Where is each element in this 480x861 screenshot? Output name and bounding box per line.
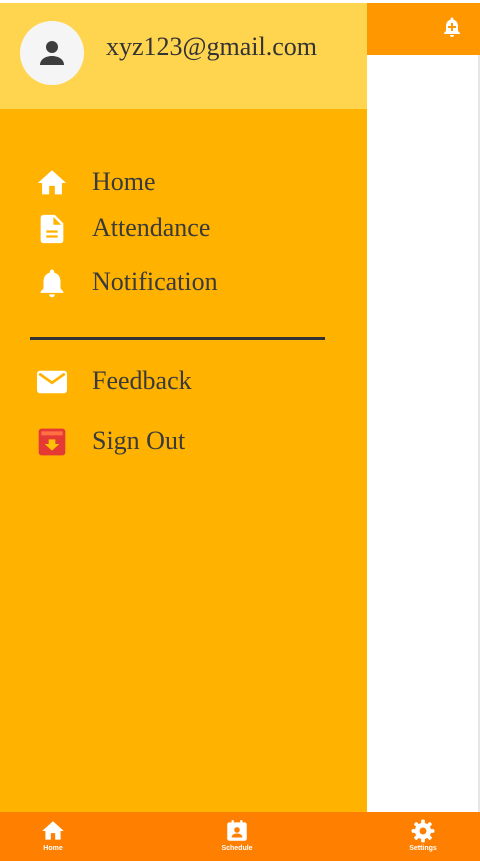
bell-icon bbox=[34, 265, 70, 301]
bottom-nav-label: Settings bbox=[409, 845, 437, 852]
menu-item-sign-out[interactable]: Sign Out bbox=[0, 420, 367, 464]
add-notification-button[interactable] bbox=[438, 13, 466, 41]
menu-item-home[interactable]: Home bbox=[0, 161, 367, 205]
menu-item-label: Notification bbox=[92, 267, 218, 296]
app-bar bbox=[367, 3, 480, 55]
mail-icon bbox=[34, 364, 70, 400]
menu-item-attendance[interactable]: Attendance bbox=[0, 207, 367, 251]
bell-plus-icon bbox=[444, 17, 460, 37]
document-icon bbox=[34, 211, 70, 247]
bottom-nav-schedule[interactable]: Schedule bbox=[197, 818, 277, 860]
settings-icon bbox=[411, 819, 435, 843]
bottom-nav-home[interactable]: Home bbox=[13, 818, 93, 860]
bottom-nav-label: Home bbox=[43, 845, 63, 852]
menu-item-notification[interactable]: Notification bbox=[0, 261, 367, 305]
menu-item-label: Attendance bbox=[92, 213, 211, 242]
user-email: xyz123@gmail.com bbox=[106, 32, 317, 61]
menu-item-label: Feedback bbox=[92, 366, 192, 395]
avatar[interactable] bbox=[20, 21, 84, 85]
schedule-icon bbox=[227, 820, 247, 841]
drawer-header: xyz123@gmail.com bbox=[0, 3, 367, 109]
menu-item-label: Sign Out bbox=[92, 426, 186, 455]
bottom-navigation: Home Schedule Settings bbox=[0, 812, 480, 861]
bottom-nav-settings[interactable]: Settings bbox=[383, 818, 463, 860]
bottom-nav-label: Schedule bbox=[221, 845, 253, 852]
home-icon bbox=[34, 165, 70, 201]
person-icon bbox=[40, 41, 64, 65]
sign-out-icon bbox=[34, 424, 70, 460]
menu-item-label: Home bbox=[92, 167, 156, 196]
navigation-drawer: xyz123@gmail.com Home Attendance Notific… bbox=[0, 3, 367, 812]
menu-item-feedback[interactable]: Feedback bbox=[0, 360, 367, 404]
home-icon bbox=[42, 821, 64, 840]
menu-divider bbox=[30, 337, 325, 340]
